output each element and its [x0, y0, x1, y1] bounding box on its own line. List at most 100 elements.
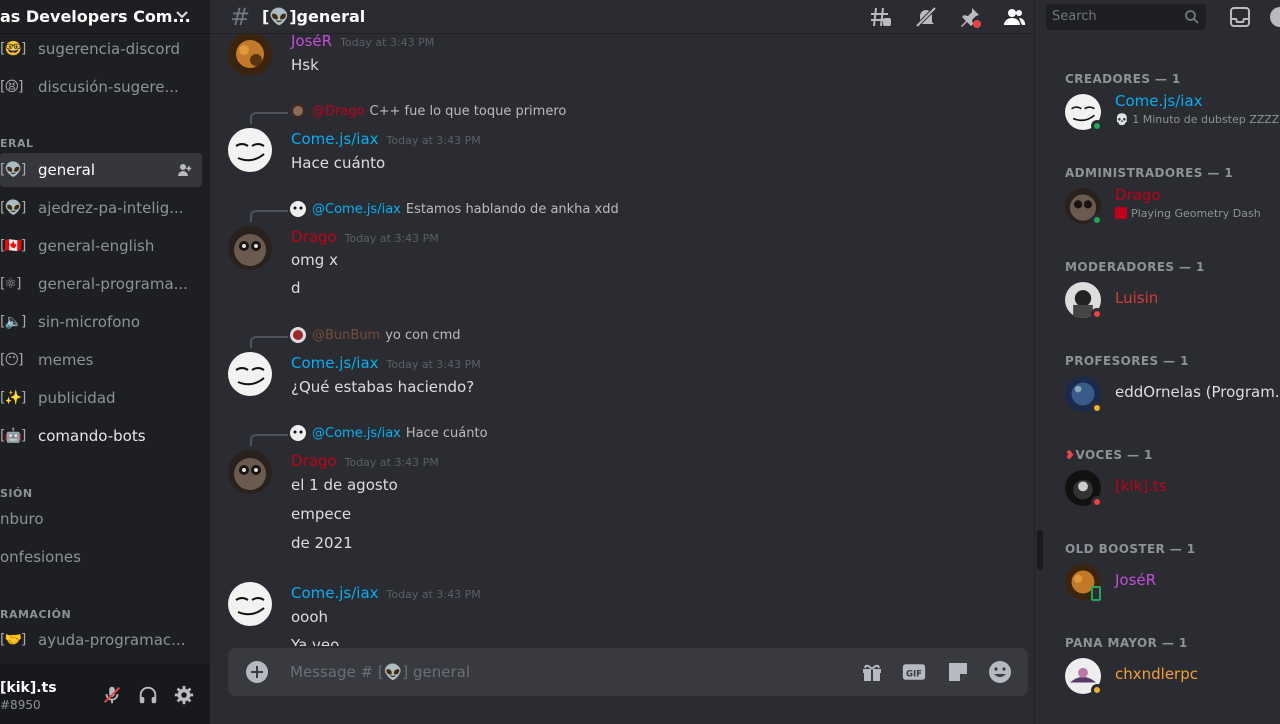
channel-category[interactable]: SIÓN: [0, 486, 210, 502]
message-list: JoséR Today at 3:43 PM Hsk @Drago C++ fue…: [210, 34, 1034, 646]
member-item[interactable]: eddOrnelas (Program...: [1065, 374, 1280, 418]
channel-item[interactable]: [🇨🇦] general-english: [0, 229, 202, 263]
message-author[interactable]: Drago Today at 3:43 PM: [291, 452, 439, 470]
user-panel: [kik].ts #8950: [0, 664, 210, 724]
search-input[interactable]: Search: [1052, 9, 1097, 24]
message-timestamp: Today at 3:43 PM: [344, 232, 439, 245]
threads-icon[interactable]: [868, 5, 892, 29]
channel-label: publicidad: [38, 389, 116, 407]
current-user-tag: #8950: [0, 698, 41, 712]
message-text: omg x: [291, 251, 338, 269]
sticker-icon[interactable]: [946, 660, 970, 684]
member-item[interactable]: [kik].ts: [1065, 468, 1280, 512]
member-name: chxndlerpc: [1115, 665, 1198, 683]
message-text: d: [291, 279, 301, 297]
current-user-name[interactable]: [kik].ts: [0, 680, 57, 696]
member-item[interactable]: Drago Playing Geometry Dash: [1065, 186, 1280, 230]
channel-item[interactable]: [😶] memes: [0, 343, 202, 377]
message: @Drago C++ fue lo que toque primero Come…: [210, 100, 1030, 180]
channel-sidebar: as Developers Com... [🤓] sugerencia-disco…: [0, 0, 210, 724]
message-author[interactable]: Come.js/iax Today at 3:43 PM: [291, 584, 481, 602]
invite-user-icon[interactable]: [178, 163, 192, 177]
channel-item[interactable]: [👽] general: [0, 153, 202, 187]
message-author[interactable]: Come.js/iax Today at 3:43 PM: [291, 130, 481, 148]
search-box[interactable]: Search: [1046, 4, 1206, 30]
member-list: CREADORES — 1 Come.js/iax 💀 1 Minuto de …: [1034, 0, 1280, 724]
reply-avatar: [290, 201, 306, 217]
channel-emoji-icon: [✨]: [0, 390, 26, 406]
chat-scrollbar[interactable]: [1037, 530, 1043, 570]
channel-header: # [👽]general: [210, 0, 1034, 34]
status-mobile-icon: [1091, 586, 1101, 601]
channel-emoji-icon: [😶]: [0, 352, 24, 368]
channel-item[interactable]: nburo: [0, 502, 202, 536]
reply-mention: @Come.js/iax: [312, 425, 401, 441]
avatar[interactable]: [228, 582, 272, 626]
member-item[interactable]: JoséR: [1065, 562, 1280, 606]
reply-avatar: [290, 103, 306, 119]
message-author[interactable]: Come.js/iax Today at 3:43 PM: [291, 354, 481, 372]
message-author[interactable]: Drago Today at 3:43 PM: [291, 228, 439, 246]
reply-preview[interactable]: @Come.js/iax Hace cuánto: [290, 425, 488, 441]
channel-item[interactable]: [👽] ajedrez-pa-intelig...: [0, 191, 202, 225]
inbox-icon[interactable]: [1228, 5, 1252, 29]
headphones-icon[interactable]: [137, 684, 159, 706]
reply-mention: @Come.js/iax: [312, 201, 401, 217]
add-attachment-icon[interactable]: [246, 661, 268, 683]
member-item[interactable]: chxndlerpc: [1065, 656, 1280, 700]
avatar[interactable]: [228, 34, 272, 76]
member-status: 💀 1 Minuto de dubstep ZZZZ: [1115, 113, 1280, 126]
channel-emoji-icon: [👽]: [0, 200, 26, 216]
channel-category[interactable]: ERAL: [0, 136, 210, 152]
message-composer[interactable]: Message # [👽] general GIF: [228, 648, 1028, 696]
settings-gear-icon[interactable]: [173, 684, 195, 706]
member-item[interactable]: Come.js/iax 💀 1 Minuto de dubstep ZZZZ: [1065, 92, 1280, 136]
member-group-header: PANA MAYOR — 1: [1065, 636, 1188, 650]
server-header[interactable]: as Developers Com...: [0, 0, 210, 34]
reply-preview[interactable]: @Come.js/iax Estamos hablando de ankha x…: [290, 201, 619, 217]
help-icon[interactable]: [1268, 5, 1280, 29]
avatar[interactable]: [228, 352, 272, 396]
channel-item[interactable]: [😫] discusión-sugere...: [0, 70, 202, 104]
message-input[interactable]: Message # [👽] general: [290, 663, 470, 681]
avatar[interactable]: [228, 226, 272, 270]
channel-item[interactable]: [⚛] general-programa...: [0, 267, 202, 301]
reply-mention: @BunBum: [312, 327, 381, 343]
member-name: Drago: [1115, 186, 1161, 204]
mute-microphone-icon[interactable]: [101, 684, 123, 706]
member-item[interactable]: Luisin: [1065, 280, 1280, 324]
member-name: Come.js/iax: [1115, 92, 1203, 110]
message-author[interactable]: JoséR Today at 3:43 PM: [291, 34, 434, 50]
notification-bell-muted-icon[interactable]: [914, 5, 938, 29]
reply-connector: [250, 336, 288, 348]
reply-preview[interactable]: @BunBum yo con cmd: [290, 327, 461, 343]
channel-item[interactable]: [🤓] sugerencia-discord: [0, 34, 202, 66]
avatar[interactable]: [228, 128, 272, 172]
reply-connector: [250, 210, 288, 222]
channel-item[interactable]: [🤝] ayuda-programac...: [0, 623, 202, 657]
channel-item[interactable]: [🤖] comando-bots: [0, 419, 202, 453]
channel-category[interactable]: RAMACIÓN: [0, 607, 210, 623]
gif-icon[interactable]: GIF: [902, 660, 926, 684]
channel-item[interactable]: onfesiones: [0, 540, 202, 574]
channel-emoji-icon: [🤝]: [0, 632, 26, 648]
status-online-icon: [1091, 214, 1103, 226]
member-group-header: CREADORES — 1: [1065, 72, 1181, 86]
channel-item[interactable]: [✨] publicidad: [0, 381, 202, 415]
server-name: as Developers Com...: [0, 7, 191, 26]
search-icon: [1185, 10, 1199, 24]
channel-list: [🤓] sugerencia-discord [😫] discusión-sugere…: [0, 34, 210, 664]
channel-emoji-icon: [⚛]: [0, 276, 21, 292]
channel-item[interactable]: [🔈] sin-microfono: [0, 305, 202, 339]
gift-icon[interactable]: [860, 660, 884, 684]
reply-avatar: [290, 425, 306, 441]
message: JoséR Today at 3:43 PM Hsk: [210, 34, 1030, 84]
member-list-icon[interactable]: [1002, 5, 1026, 29]
heart-icon: ❥: [1065, 448, 1076, 462]
channel-label: sin-microfono: [38, 313, 141, 331]
pinned-messages-icon[interactable]: [958, 5, 982, 29]
member-group-header: MODERADORES — 1: [1065, 260, 1205, 274]
avatar[interactable]: [228, 450, 272, 494]
emoji-icon[interactable]: [988, 660, 1012, 684]
reply-preview[interactable]: @Drago C++ fue lo que toque primero: [290, 103, 566, 119]
